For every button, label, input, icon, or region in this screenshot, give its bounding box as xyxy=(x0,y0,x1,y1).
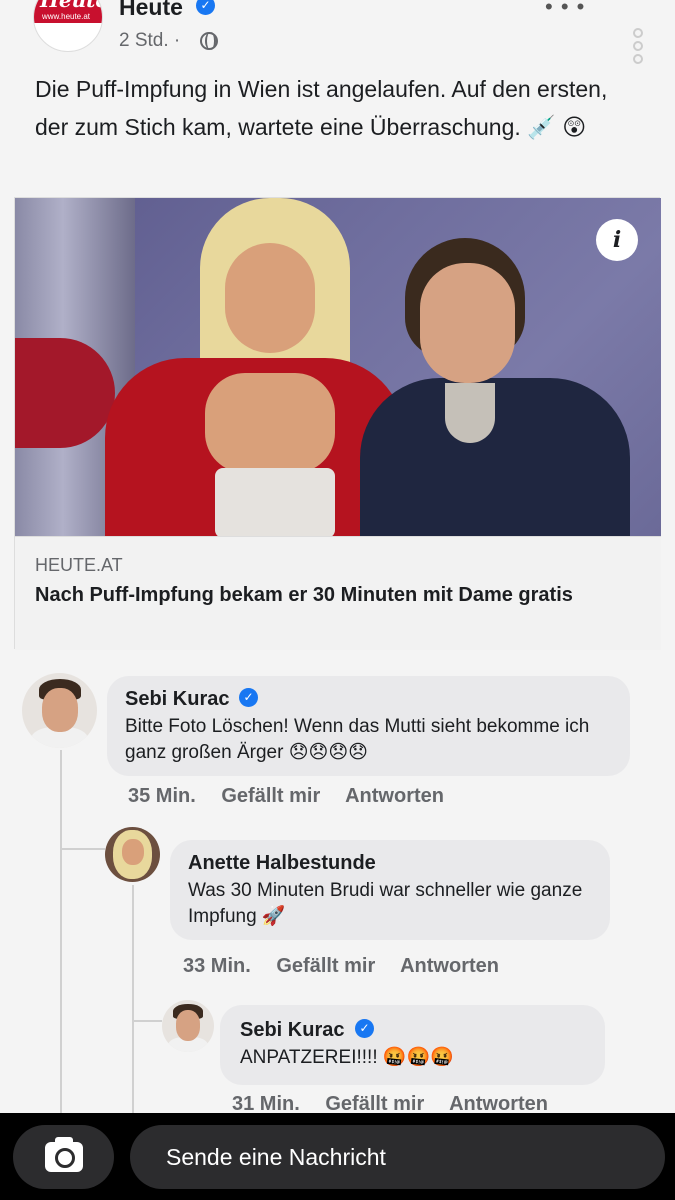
link-card-info[interactable]: HEUTE.AT Nach Puff-Impfung bekam er 30 M… xyxy=(15,536,661,650)
info-icon[interactable]: i xyxy=(596,219,638,261)
message-bar: Sende eine Nachricht xyxy=(0,1113,675,1200)
post-header: Heute www.heute.at Heute ✓ 2 Std. · • • … xyxy=(0,0,675,64)
logo-url: www.heute.at xyxy=(42,12,91,21)
comment-text: Bitte Foto Löschen! Wenn das Mutti sieht… xyxy=(125,716,590,763)
globe-icon xyxy=(200,32,218,50)
comment-bubble: Anette Halbestunde Was 30 Minuten Brudi … xyxy=(170,840,610,940)
post-text: Die Puff-Impfung in Wien ist angelaufen.… xyxy=(35,76,608,140)
comment-time: 35 Min. xyxy=(128,785,196,807)
comment-time: 33 Min. xyxy=(183,955,251,977)
verified-badge-icon: ✓ xyxy=(196,0,215,15)
avatar[interactable] xyxy=(105,827,160,882)
verified-badge-icon: ✓ xyxy=(355,1019,374,1038)
post-time[interactable]: 2 Std. · xyxy=(119,30,180,52)
comment-author[interactable]: Sebi Kurac xyxy=(125,688,229,711)
thread-line-branch xyxy=(60,848,105,850)
comment-author[interactable]: Sebi Kurac xyxy=(240,1019,344,1042)
page-name[interactable]: Heute xyxy=(119,0,183,21)
comment-text: ANPATZEREI!!!! 🤬🤬🤬 xyxy=(240,1047,454,1068)
message-input[interactable]: Sende eine Nachricht xyxy=(130,1125,665,1189)
link-domain: HEUTE.AT xyxy=(35,555,123,575)
more-options-icon[interactable]: • • • xyxy=(545,0,585,20)
link-headline: Nach Puff-Impfung bekam er 30 Minuten mi… xyxy=(35,584,573,606)
comment-bubble: Sebi Kurac ✓ Bitte Foto Löschen! Wenn da… xyxy=(107,676,630,776)
comment-bubble: Sebi Kurac ✓ ANPATZEREI!!!! 🤬🤬🤬 xyxy=(220,1005,605,1085)
comment-actions: 33 Min. Gefällt mir Antworten xyxy=(183,955,519,978)
comment-actions: 35 Min. Gefällt mir Antworten xyxy=(128,785,464,808)
link-preview-card[interactable]: i HEUTE.AT Nach Puff-Impfung bekam er 30… xyxy=(14,197,661,650)
like-button[interactable]: Gefällt mir xyxy=(325,1093,424,1115)
thread-line xyxy=(60,750,62,1113)
avatar[interactable] xyxy=(162,1000,214,1052)
comment-time: 31 Min. xyxy=(232,1093,300,1115)
camera-button[interactable] xyxy=(13,1125,114,1189)
avatar[interactable] xyxy=(22,673,97,748)
reply-button[interactable]: Antworten xyxy=(345,785,444,807)
like-button[interactable]: Gefällt mir xyxy=(276,955,375,977)
message-placeholder: Sende eine Nachricht xyxy=(166,1144,386,1170)
comment-text: Was 30 Minuten Brudi war schneller wie g… xyxy=(188,880,583,927)
close-icon[interactable]: ⌃ xyxy=(608,0,642,28)
camera-icon xyxy=(45,1137,83,1172)
comment-author[interactable]: Anette Halbestunde xyxy=(188,852,376,875)
verified-badge-icon: ✓ xyxy=(239,688,258,707)
thread-line-reply xyxy=(132,885,134,1113)
image-man xyxy=(350,238,630,536)
thread-line-branch xyxy=(132,1020,162,1022)
like-button[interactable]: Gefällt mir xyxy=(221,785,320,807)
logo-text: Heute xyxy=(40,0,103,12)
reply-button[interactable]: Antworten xyxy=(449,1093,548,1115)
scroll-indicator-icon xyxy=(633,28,647,67)
link-preview-image[interactable]: i xyxy=(15,198,661,536)
reply-button[interactable]: Antworten xyxy=(400,955,499,977)
page-avatar[interactable]: Heute www.heute.at xyxy=(33,0,103,52)
